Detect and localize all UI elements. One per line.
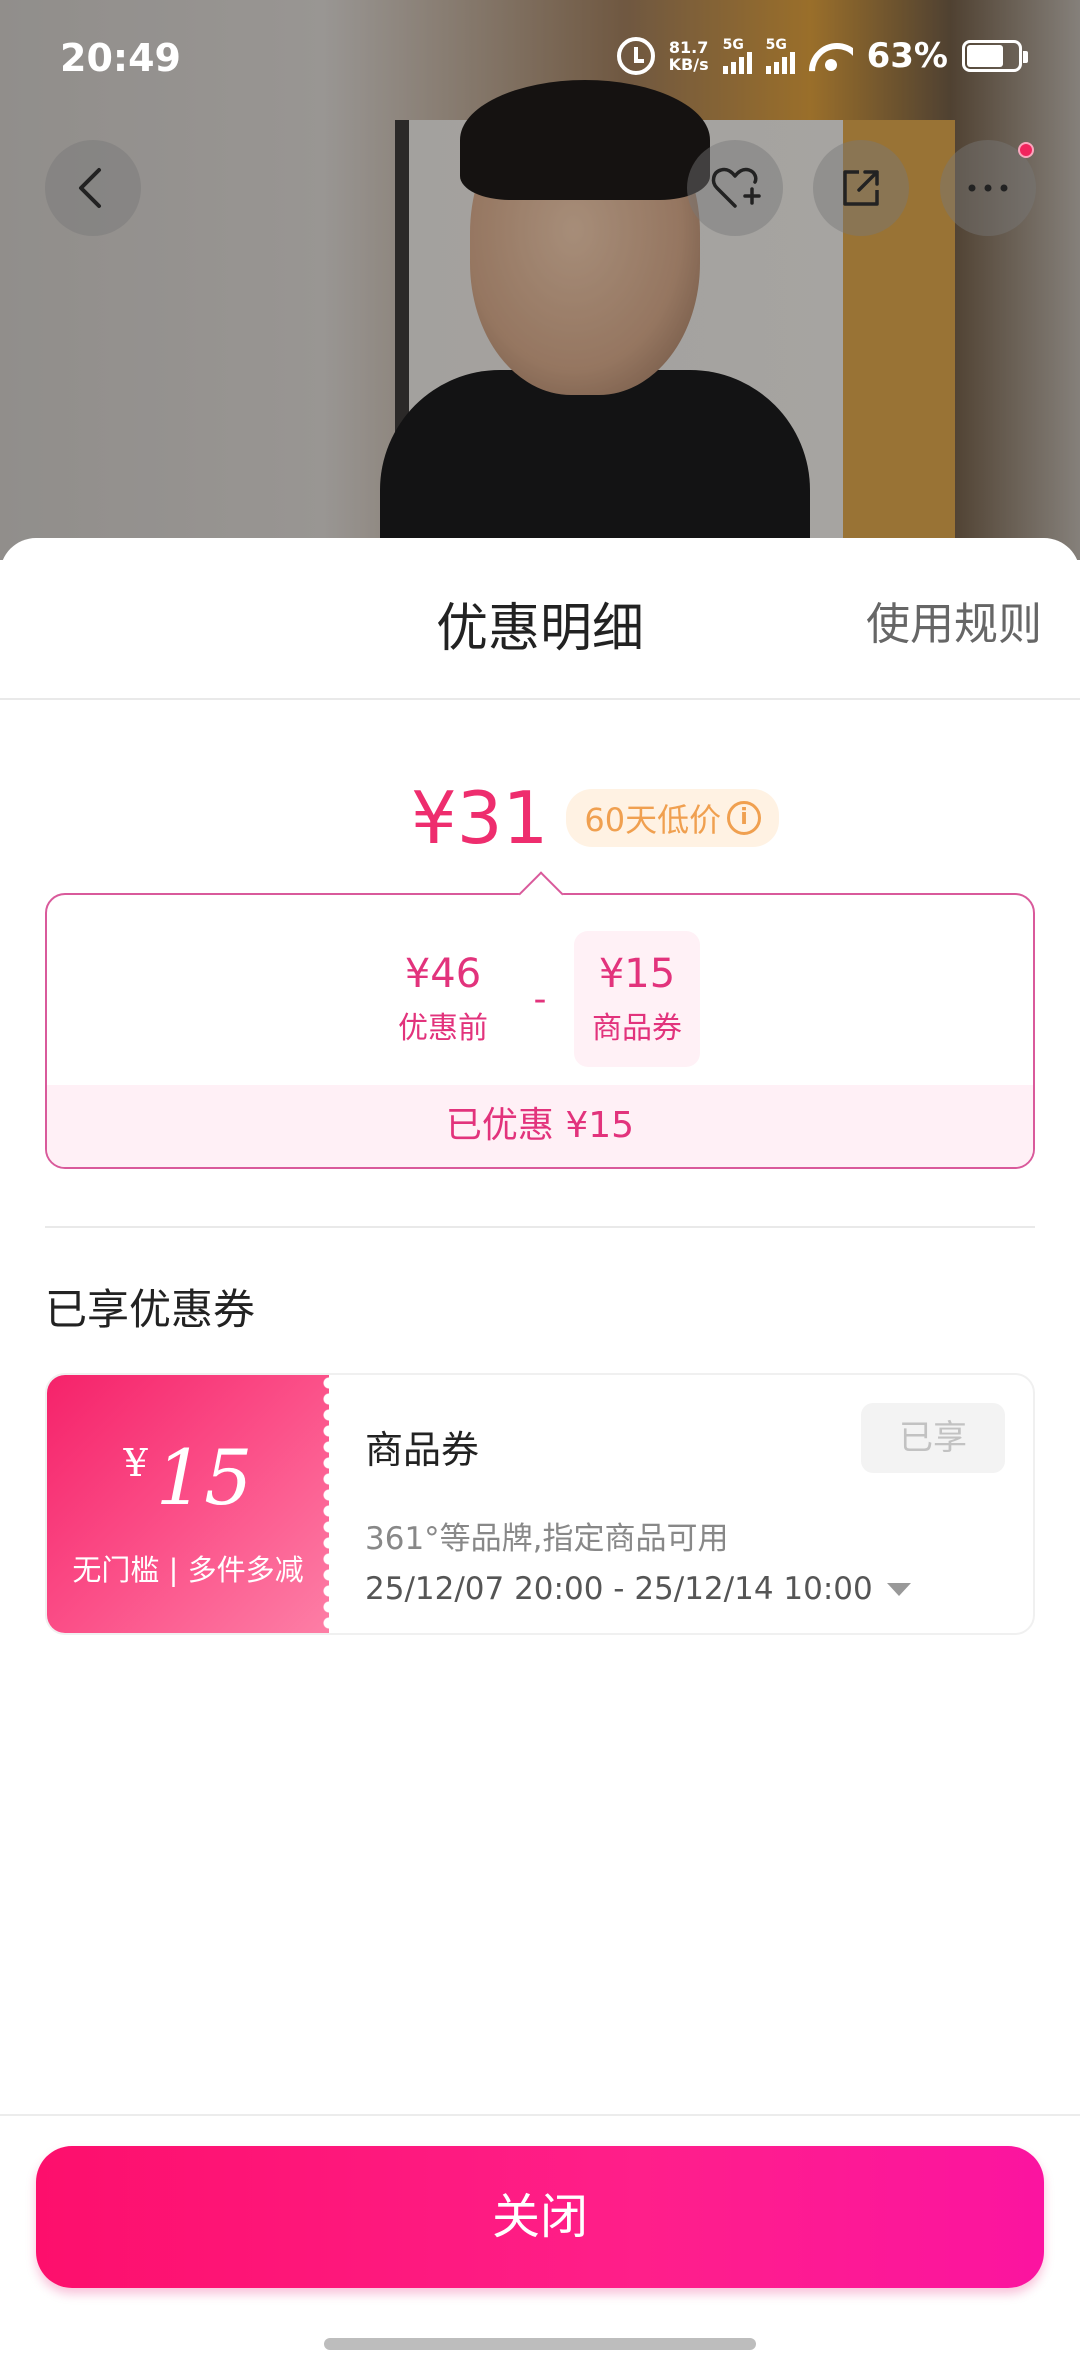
low-price-badge[interactable]: 60天低价 i xyxy=(566,789,780,847)
price-row: ¥31 60天低价 i xyxy=(0,776,1080,860)
original-label: 优惠前 xyxy=(398,1011,488,1046)
coupon-scope: 361°等品牌,指定商品可用 xyxy=(365,1521,729,1557)
signal-1-label: 5G xyxy=(722,37,744,53)
heart-plus-icon xyxy=(711,167,761,208)
coupon-perforation xyxy=(321,1375,337,1633)
chevron-left-icon xyxy=(79,168,101,208)
network-speed-unit: KB/s xyxy=(668,55,709,74)
back-button[interactable] xyxy=(45,140,141,236)
coupon-value-panel: ¥15 无门槛 | 多件多减 xyxy=(47,1375,329,1633)
calc-items: ¥46 优惠前 - ¥15 商品券 xyxy=(47,931,1033,1067)
coupon-discount-item: ¥15 商品券 xyxy=(574,931,700,1067)
status-time: 20:49 xyxy=(60,36,181,80)
close-button[interactable]: 关闭 xyxy=(36,2146,1044,2288)
network-speed: 81.7 KB/s xyxy=(669,39,709,73)
sheet-header: 优惠明细 使用规则 xyxy=(0,538,1080,700)
applied-coupons-title: 已享优惠券 xyxy=(45,1285,256,1334)
battery-icon xyxy=(962,40,1028,72)
signal-icon-2: 5G xyxy=(765,37,795,74)
low-price-badge-label: 60天低价 xyxy=(584,801,722,839)
status-bar: 20:49 81.7 KB/s 5G 5G 63% xyxy=(0,0,1080,120)
minus-operator: - xyxy=(533,978,547,1020)
info-icon: i xyxy=(727,801,762,835)
favorite-button[interactable] xyxy=(687,140,783,236)
coupon-currency: ¥ xyxy=(123,1441,148,1485)
price-calculation-box: ¥46 优惠前 - ¥15 商品券 已优惠 ¥15 xyxy=(45,871,1035,1169)
section-divider xyxy=(45,1226,1035,1228)
coupon-validity: 25/12/07 20:00 - 25/12/14 10:00 xyxy=(365,1571,873,1607)
coupon-condition: 无门槛 | 多件多减 xyxy=(72,1553,304,1587)
usage-rules-link[interactable]: 使用规则 xyxy=(866,588,1042,652)
discount-details-sheet: 优惠明细 使用规则 ¥31 60天低价 i ¥46 优惠前 - ¥15 商品券 … xyxy=(0,538,1080,2376)
coupon-name: 商品券 xyxy=(365,1428,480,1472)
share-icon xyxy=(843,170,879,206)
calc-pointer-arrow xyxy=(518,871,564,917)
more-button[interactable] xyxy=(940,140,1036,236)
original-price-item: ¥46 优惠前 xyxy=(380,931,506,1067)
coupon-amount: ¥15 xyxy=(598,951,676,997)
total-discount: 已优惠 ¥15 xyxy=(47,1085,1033,1167)
more-dots-icon xyxy=(968,184,1008,192)
coupon-status-tag: 已享 xyxy=(861,1403,1005,1473)
coupon-validity-toggle[interactable]: 25/12/07 20:00 - 25/12/14 10:00 xyxy=(365,1571,911,1607)
signal-2-label: 5G xyxy=(765,37,787,53)
original-amount: ¥46 xyxy=(404,951,482,997)
coupon-value-number: 15 xyxy=(155,1433,253,1522)
network-speed-value: 81.7 xyxy=(668,38,709,57)
notification-dot xyxy=(1018,142,1034,158)
final-price: ¥31 xyxy=(410,776,549,860)
status-icons: 81.7 KB/s 5G 5G 63% xyxy=(616,36,1028,76)
coupon-value: ¥15 xyxy=(47,1433,329,1522)
alarm-icon xyxy=(616,37,655,75)
caret-down-icon xyxy=(886,1582,911,1596)
coupon-label: 商品券 xyxy=(592,1011,682,1046)
wifi-icon xyxy=(809,39,853,73)
share-button[interactable] xyxy=(813,140,909,236)
home-indicator[interactable] xyxy=(324,2338,756,2350)
signal-icon-1: 5G xyxy=(722,37,752,74)
bottom-bar: 关闭 xyxy=(0,2114,1080,2376)
coupon-card[interactable]: ¥15 无门槛 | 多件多减 商品券 已享 361°等品牌,指定商品可用 25/… xyxy=(45,1373,1035,1635)
battery-percent: 63% xyxy=(866,36,948,76)
